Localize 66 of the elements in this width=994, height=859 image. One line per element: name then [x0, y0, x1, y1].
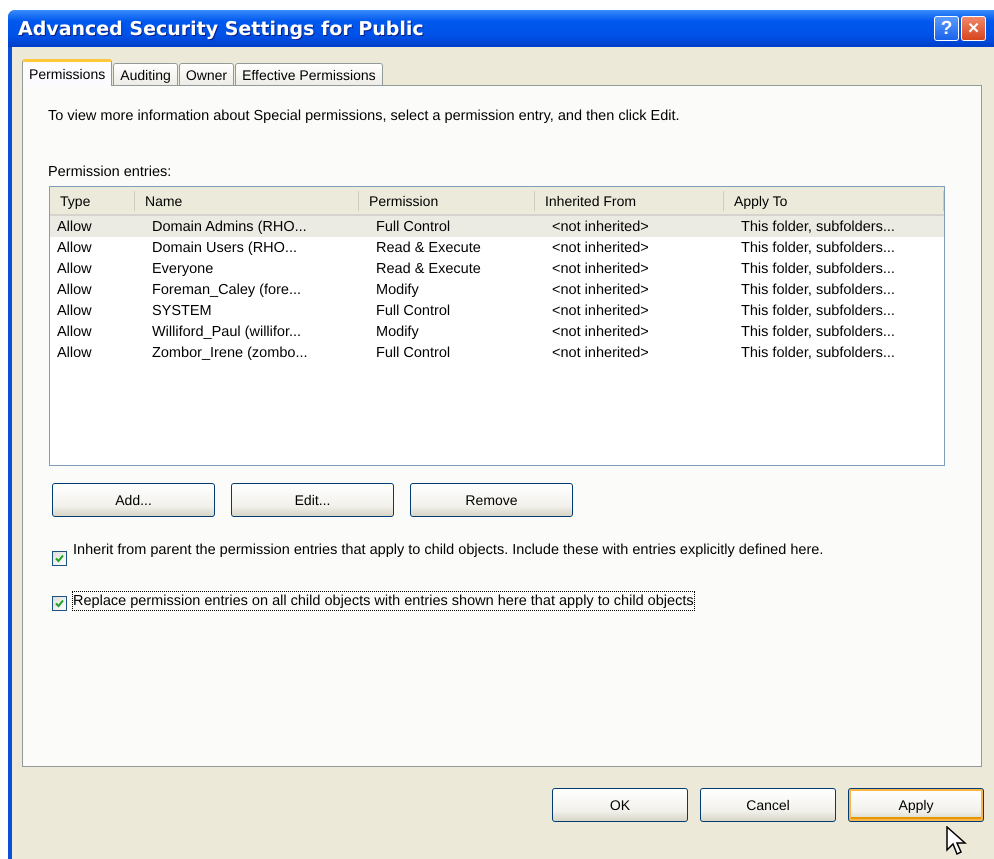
table-cell-text: Domain Admins (RHO...: [151, 218, 308, 234]
table-cell-text: This folder, subfolders...: [740, 218, 896, 234]
column-header[interactable]: Inherited From: [535, 190, 724, 210]
table-cell-text: Allow: [56, 344, 93, 360]
list-row[interactable]: Allow Domain Users (RHO... Read & Execute <not inherited> This folder, subfolders...: [50, 237, 944, 258]
cancel-button[interactable]: Cancel: [700, 788, 836, 822]
table-cell-text: Allow: [56, 282, 93, 298]
column-header[interactable]: Apply To: [724, 190, 944, 210]
table-cell-text: <not inherited>: [551, 218, 650, 234]
checkmark-icon: [54, 598, 65, 609]
table-cell-text: Full Control: [375, 344, 452, 360]
checkmark-icon: [54, 553, 65, 564]
table-cell-text: Allow: [56, 260, 93, 276]
table-cell-text: This folder, subfolders...: [740, 344, 896, 360]
table-cell-text: Allow: [56, 218, 93, 234]
window-title: Advanced Security Settings for Public: [18, 18, 425, 40]
checkbox[interactable]: [52, 596, 67, 611]
tab[interactable]: Effective Permissions: [235, 63, 383, 85]
table-cell-text: Allow: [56, 240, 93, 256]
table-cell-text: Williford_Paul (willifor...: [151, 324, 302, 340]
checkbox[interactable]: [52, 551, 67, 566]
instruction-text: To view more information about Special permissions, select a permission entry, and then click Edit.: [48, 108, 681, 124]
list-row[interactable]: Allow SYSTEM Full Control <not inherited> This folder, subfolders...: [50, 300, 944, 321]
tab[interactable]: Auditing: [113, 63, 178, 85]
column-header[interactable]: Permission: [359, 190, 535, 210]
table-cell-text: Modify: [375, 324, 420, 340]
list-row[interactable]: Allow Everyone Read & Execute <not inherited> This folder, subfolders...: [50, 258, 944, 279]
table-cell-text: <not inherited>: [551, 282, 650, 298]
list-row[interactable]: Allow Domain Admins (RHO... Full Control <not inherited> This folder, subfolders...: [50, 216, 944, 237]
table-cell-text: This folder, subfolders...: [740, 324, 896, 340]
table-cell-text: <not inherited>: [551, 260, 650, 276]
table-cell-text: <not inherited>: [551, 240, 650, 256]
table-cell-text: Foreman_Caley (fore...: [151, 282, 302, 298]
table-cell-text: Allow: [56, 324, 93, 340]
list-row[interactable]: Allow Williford_Paul (willifor... Modify <not inherited> This folder, subfolders...: [50, 321, 944, 342]
checkbox-label[interactable]: Replace permission entries on all child objects with entries shown here that apply to child objects: [73, 592, 694, 610]
table-cell-text: SYSTEM: [151, 302, 213, 318]
add-button[interactable]: Add...: [52, 483, 215, 517]
tab[interactable]: Owner: [178, 63, 234, 85]
ok-button[interactable]: OK: [552, 788, 688, 822]
table-cell-text: Read & Execute: [375, 240, 482, 256]
edit-button[interactable]: Edit...: [231, 483, 394, 517]
table-cell-text: Everyone: [151, 260, 214, 276]
table-cell-text: <not inherited>: [551, 324, 650, 340]
table-cell-text: Modify: [375, 282, 420, 298]
table-cell-text: Domain Users (RHO...: [151, 240, 298, 256]
list-row[interactable]: Allow Zombor_Irene (zombo... Full Control <not inherited> This folder, subfolders...: [50, 342, 944, 363]
remove-button[interactable]: Remove: [410, 483, 573, 517]
column-header[interactable]: Type: [50, 190, 135, 210]
apply-button[interactable]: Apply: [848, 788, 984, 822]
column-header[interactable]: Name: [135, 190, 359, 210]
table-cell-text: <not inherited>: [551, 302, 650, 318]
list-label: Permission entries:: [48, 164, 172, 180]
table-cell-text: Allow: [56, 302, 93, 318]
table-cell-text: Zombor_Irene (zombo...: [151, 344, 309, 360]
table-cell-text: This folder, subfolders...: [740, 282, 896, 298]
table-cell-text: Full Control: [375, 218, 452, 234]
table-cell-text: This folder, subfolders...: [740, 302, 896, 318]
table-cell-text: This folder, subfolders...: [740, 240, 896, 256]
list-row[interactable]: Allow Foreman_Caley (fore... Modify <not inherited> This folder, subfolders...: [50, 279, 944, 300]
table-cell-text: <not inherited>: [551, 344, 650, 360]
tab[interactable]: Permissions: [22, 59, 112, 86]
table-cell-text: Full Control: [375, 302, 452, 318]
table-cell-text: This folder, subfolders...: [740, 260, 896, 276]
table-cell-text: Read & Execute: [375, 260, 482, 276]
checkbox-label[interactable]: Inherit from parent the permission entries that apply to child objects. Include these with entries explicitly defined here.: [73, 541, 824, 559]
